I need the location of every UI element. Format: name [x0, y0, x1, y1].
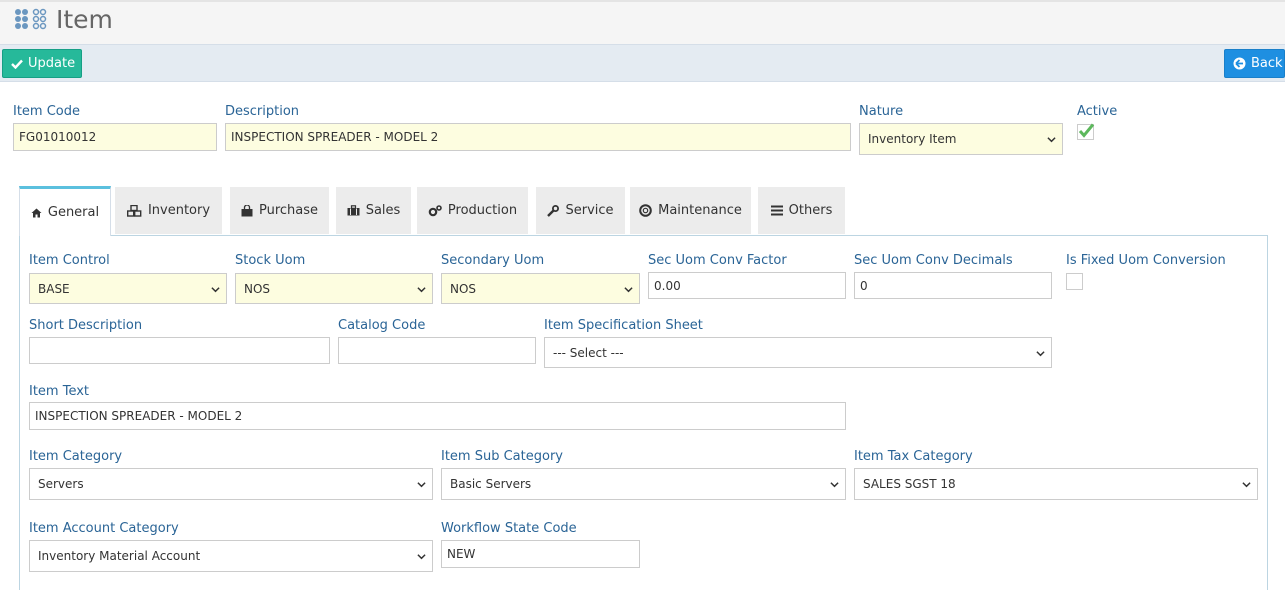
- wrench-icon: [547, 204, 560, 217]
- workflow-state-code-input[interactable]: NEW: [441, 540, 640, 568]
- list-icon: [770, 205, 783, 216]
- tab-sales-label: Sales: [365, 203, 401, 218]
- catalog-code-label: Catalog Code: [338, 318, 426, 333]
- description-label: Description: [225, 104, 300, 119]
- chevron-down-icon: [1242, 482, 1251, 488]
- page-title: Item: [56, 5, 113, 34]
- sec-uom-conv-decimals-input[interactable]: 0: [854, 272, 1052, 299]
- tab-production-label: Production: [447, 203, 518, 218]
- tab-others-label: Others: [788, 203, 833, 218]
- nature-select[interactable]: Inventory Item: [859, 123, 1063, 155]
- arrow-circle-left-icon: [1233, 57, 1246, 70]
- chevron-down-icon: [417, 554, 426, 560]
- chevron-down-icon: [211, 286, 220, 292]
- tab-inventory[interactable]: Inventory: [115, 187, 222, 234]
- item-account-category-select[interactable]: Inventory Material Account: [29, 540, 433, 572]
- item-code-input[interactable]: FG01010012: [13, 123, 217, 151]
- secondary-uom-label: Secondary Uom: [441, 253, 545, 268]
- cubes-icon: [126, 204, 142, 217]
- tab-service-label: Service: [565, 203, 614, 218]
- item-specification-sheet-select-value: --- Select ---: [553, 345, 624, 360]
- chevron-down-icon: [417, 286, 426, 292]
- tab-purchase-label: Purchase: [258, 203, 319, 218]
- tab-purchase[interactable]: Purchase: [230, 187, 329, 234]
- is-fixed-uom-conversion-label: Is Fixed Uom Conversion: [1066, 253, 1226, 268]
- secondary-uom-select-value: NOS: [450, 281, 477, 296]
- item-code-label: Item Code: [13, 104, 81, 119]
- home-icon: [31, 208, 42, 218]
- chevron-down-icon: [624, 286, 633, 292]
- item-control-label: Item Control: [29, 253, 110, 268]
- tab-production[interactable]: Production: [417, 187, 528, 234]
- stock-uom-select[interactable]: NOS: [235, 273, 433, 304]
- tab-general-label: General: [47, 205, 100, 220]
- active-label: Active: [1077, 104, 1118, 119]
- stock-uom-label: Stock Uom: [235, 253, 306, 268]
- item-tax-category-select[interactable]: SALES SGST 18: [854, 468, 1258, 500]
- catalog-code-input[interactable]: [338, 337, 536, 364]
- sec-uom-conv-factor-input[interactable]: 0.00: [648, 272, 846, 299]
- item-specification-sheet-select[interactable]: --- Select ---: [544, 337, 1052, 368]
- item-sub-category-select-value: Basic Servers: [450, 477, 532, 491]
- item-sub-category-select[interactable]: Basic Servers: [441, 468, 846, 500]
- sec-uom-conv-decimals-label: Sec Uom Conv Decimals: [854, 253, 1013, 268]
- item-text-input[interactable]: INSPECTION SPREADER - MODEL 2: [29, 402, 846, 430]
- item-account-category-select-value: Inventory Material Account: [38, 549, 201, 563]
- item-control-select[interactable]: BASE: [29, 273, 227, 304]
- item-text-label: Item Text: [29, 384, 90, 399]
- checkmark-icon: [1077, 123, 1095, 140]
- is-fixed-uom-conversion-checkbox[interactable]: [1066, 273, 1083, 290]
- sec-uom-conv-factor-label: Sec Uom Conv Factor: [648, 253, 787, 268]
- item-tax-category-label: Item Tax Category: [854, 449, 973, 464]
- chevron-down-icon: [1047, 137, 1056, 143]
- title-bar: Item: [0, 0, 1285, 44]
- gears-icon: [428, 204, 442, 217]
- nature-label: Nature: [859, 104, 904, 119]
- item-control-select-value: BASE: [38, 281, 70, 296]
- tab-service[interactable]: Service: [536, 187, 625, 234]
- tab-maintenance[interactable]: Maintenance: [630, 187, 751, 234]
- item-category-select[interactable]: Servers: [29, 468, 433, 500]
- item-category-label: Item Category: [29, 449, 123, 464]
- tab-others[interactable]: Others: [758, 187, 845, 234]
- description-input[interactable]: INSPECTION SPREADER - MODEL 2: [225, 123, 851, 151]
- action-bar: Update Back: [0, 44, 1285, 82]
- chevron-down-icon: [830, 482, 839, 488]
- short-description-label: Short Description: [29, 318, 143, 333]
- update-button-label: Update: [28, 56, 76, 71]
- life-ring-icon: [639, 204, 652, 217]
- item-account-category-label: Item Account Category: [29, 521, 179, 536]
- shopping-bag-icon: [241, 204, 253, 217]
- stock-uom-select-value: NOS: [244, 281, 271, 296]
- check-icon: [11, 59, 23, 69]
- item-tax-category-select-value: SALES SGST 18: [863, 477, 956, 491]
- item-specification-sheet-label: Item Specification Sheet: [544, 318, 703, 333]
- secondary-uom-select[interactable]: NOS: [441, 273, 640, 304]
- workflow-state-code-label: Workflow State Code: [441, 521, 577, 536]
- briefcase-icon: [347, 205, 360, 216]
- back-button-label: Back: [1251, 56, 1283, 71]
- short-description-input[interactable]: [29, 337, 330, 364]
- item-sub-category-label: Item Sub Category: [441, 449, 563, 464]
- tab-sales[interactable]: Sales: [336, 187, 411, 234]
- tab-maintenance-label: Maintenance: [658, 203, 742, 218]
- chevron-down-icon: [1036, 350, 1045, 356]
- chevron-down-icon: [417, 482, 426, 488]
- apps-grid-icon: [15, 8, 47, 30]
- update-button[interactable]: Update: [2, 49, 82, 78]
- item-category-select-value: Servers: [38, 477, 84, 491]
- back-button[interactable]: Back: [1224, 49, 1285, 78]
- active-checkbox[interactable]: [1077, 123, 1095, 140]
- nature-select-value: Inventory Item: [868, 132, 957, 146]
- tab-general[interactable]: General: [19, 186, 111, 236]
- tab-inventory-label: Inventory: [147, 203, 211, 218]
